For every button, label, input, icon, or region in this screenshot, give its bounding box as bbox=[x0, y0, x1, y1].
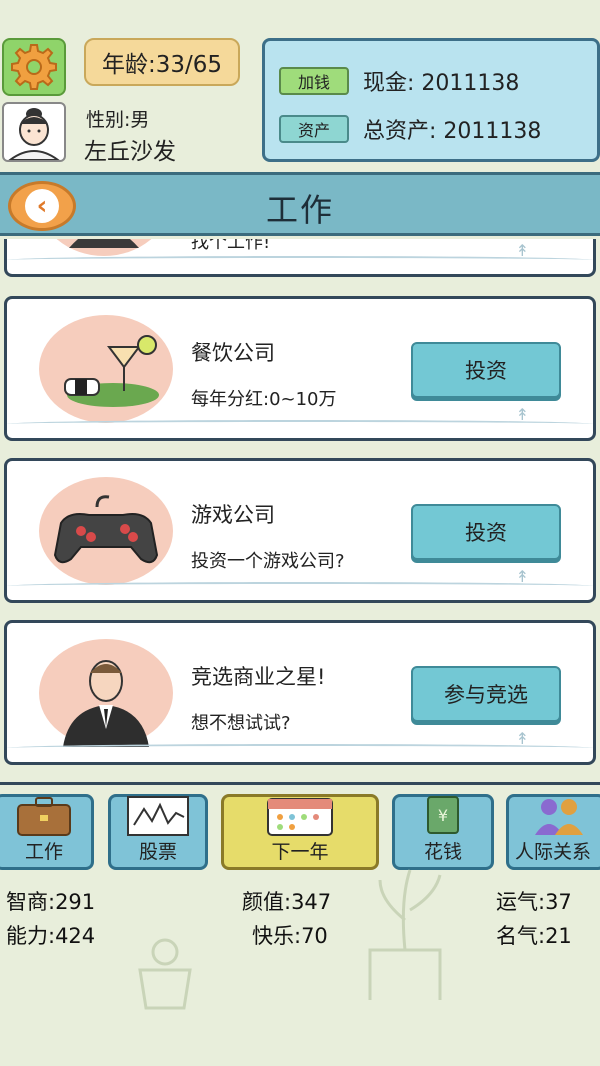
stat-iq: 智商:291 bbox=[6, 890, 96, 914]
character-name: 左丘沙发 bbox=[84, 139, 176, 165]
add-money-button[interactable]: 加钱 bbox=[279, 67, 349, 95]
card-title: 竞选商业之星! bbox=[191, 665, 326, 689]
suit-man-icon bbox=[39, 239, 169, 256]
nav-next-year-button[interactable]: 下一年 bbox=[221, 794, 379, 870]
invest-button[interactable]: 投资 bbox=[411, 342, 561, 398]
stat-looks: 颜值:347 bbox=[242, 890, 332, 914]
sprout-icon: ↟ bbox=[515, 405, 529, 424]
sprout-icon: ↟ bbox=[515, 729, 529, 748]
title-bar: ‹ 工作 bbox=[0, 172, 600, 236]
join-election-button[interactable]: 参与竞选 bbox=[411, 666, 561, 722]
cash-value: 现金: 2011138 bbox=[363, 71, 520, 96]
people-icon bbox=[535, 799, 583, 835]
invest-button[interactable]: 投资 bbox=[411, 504, 561, 560]
businessman-icon bbox=[39, 639, 173, 747]
nav-stocks-button[interactable]: 股票 bbox=[108, 794, 208, 870]
cocktail-sushi-icon bbox=[39, 315, 173, 423]
money-panel: 加钱 现金: 2011138 资产 总资产: 2011138 bbox=[262, 38, 600, 162]
svg-text:¥: ¥ bbox=[438, 806, 448, 825]
list-item: 餐饮公司 每年分红:0~10万 投资 ↟ bbox=[4, 296, 596, 441]
list-item: 游戏公司 投资一个游戏公司? 投资 ↟ bbox=[4, 458, 596, 603]
card-subtitle: 每年分红:0~10万 bbox=[191, 389, 337, 410]
card-title: 餐饮公司 bbox=[191, 341, 275, 365]
card-title: 游戏公司 bbox=[191, 503, 275, 527]
settings-button[interactable] bbox=[2, 38, 66, 96]
gamepad-icon bbox=[39, 477, 173, 585]
divider bbox=[0, 782, 600, 785]
plant-decoration-icon bbox=[368, 869, 442, 1000]
nav-relations-button[interactable]: 人际关系 bbox=[506, 794, 600, 870]
stock-chart-icon bbox=[127, 796, 189, 836]
stat-ability: 能力:424 bbox=[6, 924, 96, 948]
total-assets-value: 总资产: 2011138 bbox=[363, 119, 542, 144]
card-subtitle: 找个工作! bbox=[191, 239, 271, 253]
nav-relations-label: 人际关系 bbox=[515, 841, 592, 863]
list-item: 竞选商业之星! 想不想试试? 参与竞选 ↟ bbox=[4, 620, 596, 765]
briefcase-icon bbox=[17, 797, 71, 836]
assets-button[interactable]: 资产 bbox=[279, 115, 349, 143]
list-item-partial: 找个工作! ↟ bbox=[4, 239, 596, 277]
nav-next-year-label: 下一年 bbox=[271, 841, 329, 863]
gear-icon bbox=[11, 44, 57, 90]
stat-luck: 运气:37 bbox=[496, 890, 572, 914]
page-title: 工作 bbox=[265, 191, 334, 229]
card-subtitle: 想不想试试? bbox=[191, 713, 291, 734]
nav-work-button[interactable]: 工作 bbox=[0, 794, 94, 870]
flower-pot-decoration-icon bbox=[138, 938, 192, 1010]
sprout-icon: ↟ bbox=[515, 567, 529, 586]
stat-happiness: 快乐:70 bbox=[252, 924, 328, 948]
avatar bbox=[2, 102, 66, 162]
character-portrait-icon bbox=[8, 108, 60, 160]
calendar-icon bbox=[267, 798, 333, 836]
stat-fame: 名气:21 bbox=[496, 924, 572, 948]
job-list[interactable]: 找个工作! ↟ 餐饮公司 每年分红:0~10万 投资 ↟ 游戏公司 投资一个游戏… bbox=[0, 239, 600, 779]
card-subtitle: 投资一个游戏公司? bbox=[191, 551, 345, 572]
money-stack-icon: ¥ bbox=[427, 796, 459, 834]
nav-spend-button[interactable]: ¥ 花钱 bbox=[392, 794, 494, 870]
age-display: 年龄:33/65 bbox=[84, 38, 240, 86]
nav-work-label: 工作 bbox=[24, 841, 63, 863]
sprout-icon: ↟ bbox=[515, 241, 529, 260]
nav-stocks-label: 股票 bbox=[138, 841, 177, 863]
gender-label: 性别:男 bbox=[86, 109, 150, 131]
